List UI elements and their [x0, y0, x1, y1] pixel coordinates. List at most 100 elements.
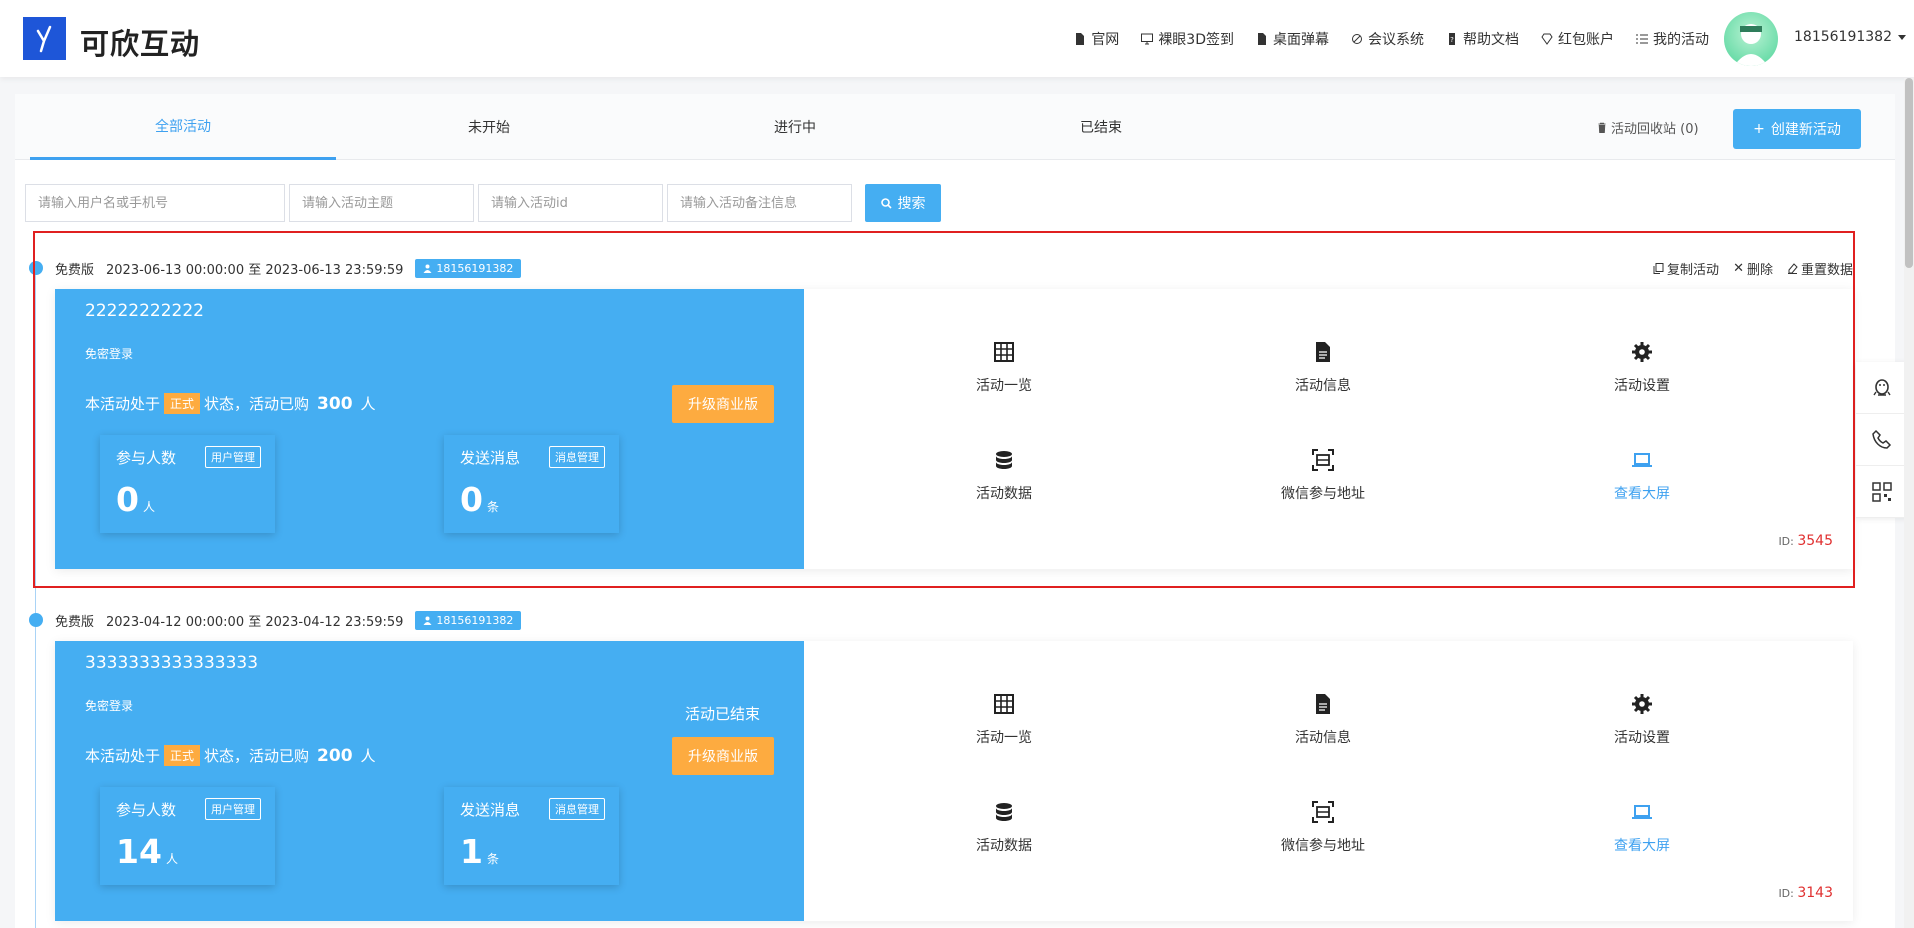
func-view-big-screen[interactable]: 查看大屏 — [1562, 801, 1722, 871]
activity-status: 本活动处于 正式 状态，活动已购 200 人 — [85, 745, 376, 766]
activity-meta: 免费版 2023-04-12 00:00:00 至 2023-04-12 23:… — [55, 608, 522, 632]
nav-meeting-system[interactable]: 会议系统 — [1351, 29, 1424, 49]
ended-status: 活动已结束 — [685, 705, 761, 723]
tab-ended[interactable]: 已结束 — [948, 94, 1254, 160]
user-avatar[interactable] — [1724, 12, 1778, 66]
messages-stat: 发送消息 消息管理 1 条 — [444, 787, 619, 885]
func-activity-info[interactable]: 活动信息 — [1243, 693, 1403, 763]
document-icon — [1076, 32, 1085, 45]
user-menu[interactable]: 18156191382 — [1794, 29, 1906, 45]
status-tabs: 全部活动 未开始 进行中 已结束 活动回收站 (0) + 创建新活动 — [15, 94, 1895, 160]
database-icon — [996, 803, 1012, 821]
search-topic-input[interactable] — [289, 184, 474, 222]
owner-tag: 18156191382 — [415, 610, 522, 630]
activity-name: 3333333333333333 — [85, 653, 259, 673]
nav-label: 裸眼3D签到 — [1158, 31, 1234, 48]
messages-title: 发送消息 — [460, 801, 521, 819]
nav-official-site[interactable]: 官网 — [1074, 29, 1119, 49]
qq-icon — [1873, 378, 1891, 396]
func-label: 查看大屏 — [1614, 838, 1670, 854]
scan-icon — [1312, 801, 1334, 823]
nav-label: 红包账户 — [1558, 31, 1614, 48]
recycle-label: 活动回收站 (0) — [1611, 122, 1699, 137]
func-label: 活动信息 — [1295, 730, 1351, 746]
list-icon — [1636, 34, 1648, 43]
id-value: 3143 — [1797, 885, 1833, 901]
func-wechat-address[interactable]: 微信参与地址 — [1243, 801, 1403, 871]
tab-in-progress[interactable]: 进行中 — [642, 94, 948, 160]
search-user-input[interactable] — [25, 184, 285, 222]
messages-count: 1 — [460, 832, 483, 871]
avatar-icon — [1734, 24, 1768, 66]
phone-contact-button[interactable] — [1856, 414, 1908, 466]
nav-desktop-danmaku[interactable]: 桌面弹幕 — [1256, 29, 1329, 49]
nav-redpacket-account[interactable]: 红包账户 — [1541, 29, 1614, 49]
user-icon — [423, 616, 432, 625]
logo-icon — [36, 25, 51, 52]
participants-count: 14 — [116, 832, 162, 871]
brand-name: 可欣互动 — [80, 27, 201, 61]
owner-phone: 18156191382 — [436, 613, 514, 627]
qrcode-button[interactable] — [1856, 466, 1908, 518]
activity-id: ID: 3143 — [1778, 885, 1833, 901]
id-prefix: ID: — [1778, 887, 1794, 900]
activity-time: 2023-04-12 00:00:00 至 2023-04-12 23:59:5… — [106, 614, 404, 630]
recycle-bin-link[interactable]: 活动回收站 (0) — [1597, 118, 1699, 137]
selection-highlight — [33, 231, 1855, 588]
trash-icon — [1598, 122, 1606, 133]
purchased-count: 200 — [317, 745, 353, 766]
nav-3d-signin[interactable]: 裸眼3D签到 — [1141, 29, 1234, 49]
participants-title: 参与人数 — [116, 801, 177, 819]
user-manage-button[interactable]: 用户管理 — [205, 798, 261, 820]
document-icon — [1258, 32, 1266, 45]
nav-label: 官网 — [1091, 31, 1120, 48]
people-unit: 人 — [360, 747, 376, 765]
nav-help-docs[interactable]: ? 帮助文档 — [1446, 29, 1519, 49]
scrollbar-thumb[interactable] — [1905, 78, 1913, 268]
nav-label: 会议系统 — [1368, 31, 1424, 48]
phone-icon — [1872, 429, 1892, 449]
help-icon: ? — [1449, 32, 1455, 45]
create-activity-button[interactable]: + 创建新活动 — [1733, 109, 1861, 149]
status-mid: 状态，活动已购 — [204, 747, 310, 765]
nav-label: 帮助文档 — [1463, 31, 1519, 48]
messages-value: 1 条 — [460, 832, 499, 871]
search-label: 搜索 — [897, 196, 926, 212]
activity-summary: 3333333333333333 免密登录 活动已结束 本活动处于 正式 状态，… — [55, 641, 804, 921]
tab-all[interactable]: 全部活动 — [30, 94, 336, 160]
brand-logo[interactable] — [23, 17, 66, 60]
func-label: 活动设置 — [1614, 730, 1670, 746]
func-activity-settings[interactable]: 活动设置 — [1562, 693, 1722, 763]
monitor-icon — [1141, 33, 1154, 44]
upgrade-button[interactable]: 升级商业版 — [672, 737, 774, 775]
share-icon — [1352, 33, 1362, 44]
search-id-input[interactable] — [478, 184, 663, 222]
grid-icon — [994, 694, 1014, 714]
diamond-icon — [1541, 33, 1553, 45]
search-note-input[interactable] — [667, 184, 852, 222]
status-prefix: 本活动处于 — [85, 747, 161, 765]
svg-text:?: ? — [1450, 36, 1454, 44]
qq-contact-button[interactable] — [1856, 362, 1908, 414]
search-button[interactable]: 搜索 — [865, 184, 941, 222]
timeline-dot — [29, 613, 43, 627]
activity-card: 3333333333333333 免密登录 活动已结束 本活动处于 正式 状态，… — [55, 641, 1853, 921]
participants-stat: 参与人数 用户管理 14 人 — [100, 787, 275, 885]
func-label: 活动数据 — [976, 838, 1032, 854]
messages-unit: 条 — [486, 852, 499, 866]
func-activity-overview[interactable]: 活动一览 — [924, 693, 1084, 763]
create-label: 创建新活动 — [1770, 122, 1841, 138]
nav-label: 桌面弹幕 — [1273, 31, 1329, 48]
nav-my-activities[interactable]: 我的活动 — [1636, 29, 1709, 49]
file-text-icon — [1316, 694, 1330, 714]
floating-contact-bar — [1856, 362, 1908, 518]
tab-not-started[interactable]: 未开始 — [336, 94, 642, 160]
participants-unit: 人 — [165, 852, 178, 866]
message-manage-button[interactable]: 消息管理 — [549, 798, 605, 820]
top-navigation: 官网 裸眼3D签到 桌面弹幕 会议系统 ? 帮助文档 红包账户 我的活动 — [1074, 0, 1709, 77]
page-scrollbar[interactable] — [1904, 78, 1914, 928]
nav-label: 我的活动 — [1653, 31, 1709, 48]
laptop-icon — [1632, 805, 1652, 819]
func-activity-data[interactable]: 活动数据 — [924, 801, 1084, 871]
formal-badge: 正式 — [164, 745, 201, 766]
